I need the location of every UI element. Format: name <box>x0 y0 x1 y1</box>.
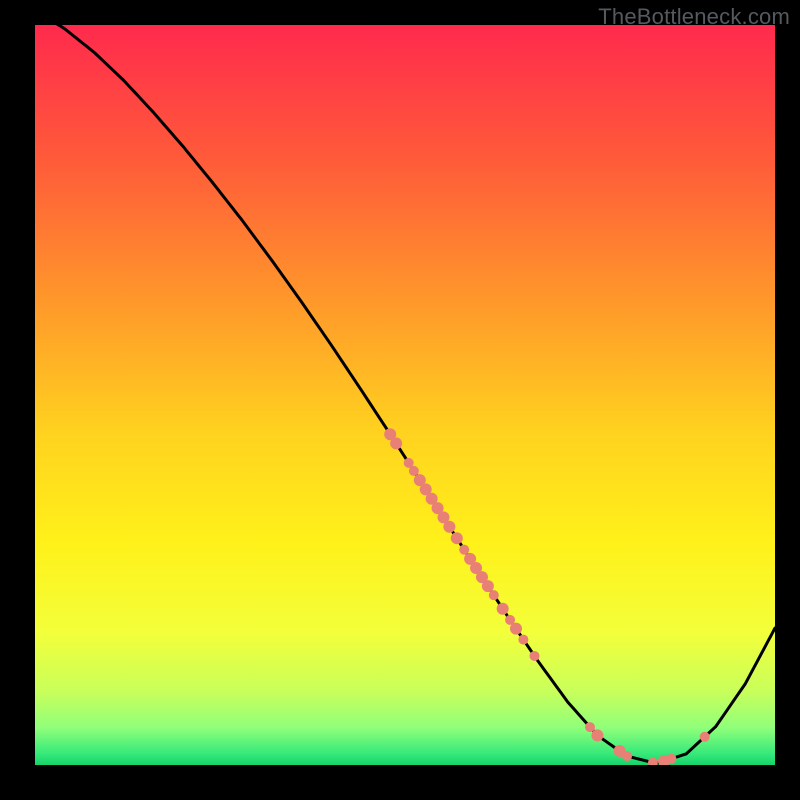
data-marker <box>482 580 494 592</box>
chart-background <box>35 25 775 765</box>
data-marker <box>459 545 469 555</box>
data-marker <box>622 751 632 761</box>
watermark-text: TheBottleneck.com <box>598 4 790 30</box>
data-marker <box>451 532 463 544</box>
chart-frame <box>35 25 775 765</box>
data-marker <box>530 651 540 661</box>
data-marker <box>585 722 595 732</box>
data-marker <box>409 466 419 476</box>
data-marker <box>390 437 402 449</box>
data-marker <box>700 732 710 742</box>
chart-svg <box>35 25 775 765</box>
data-marker <box>443 521 455 533</box>
data-marker <box>489 590 499 600</box>
data-marker <box>591 729 603 741</box>
data-marker <box>666 754 676 764</box>
data-marker <box>497 603 509 615</box>
data-marker <box>510 623 522 635</box>
data-marker <box>518 635 528 645</box>
